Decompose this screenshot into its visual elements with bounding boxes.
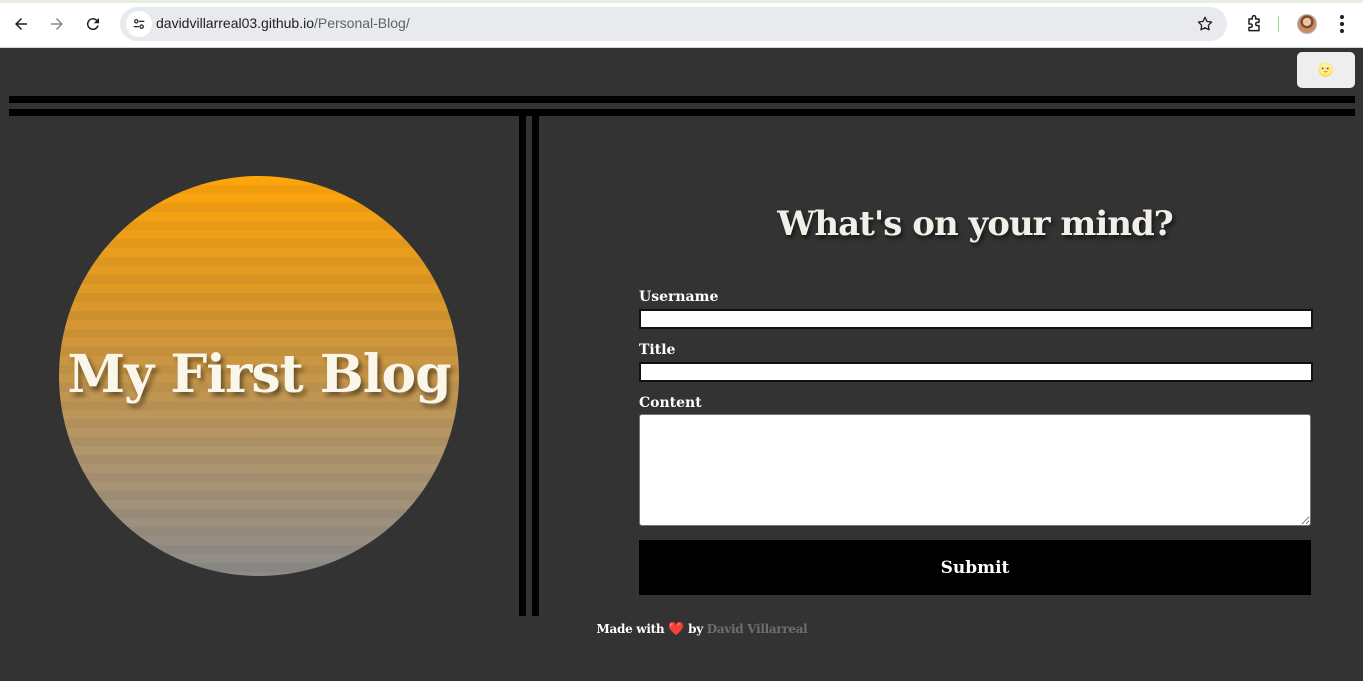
tab-strip-edge (0, 0, 1363, 3)
url-path: /Personal-Blog/ (314, 15, 410, 31)
blog-title: My First Blog (67, 344, 451, 405)
address-bar[interactable]: davidvillarreal03.github.io/Personal-Blo… (120, 7, 1227, 41)
footer-by: by (688, 622, 703, 636)
footer: Made with ❤️ by David Villarreal (0, 622, 1363, 637)
content-label: Content (639, 395, 702, 411)
header-divider-bottom (9, 109, 1355, 116)
url-text[interactable]: davidvillarreal03.github.io/Personal-Blo… (156, 15, 410, 31)
username-label: Username (639, 289, 719, 305)
url-domain: davidvillarreal03.github.io (156, 15, 314, 31)
back-icon[interactable] (9, 12, 33, 36)
content-textarea[interactable] (639, 414, 1311, 526)
column-divider-left (519, 116, 526, 616)
submit-button[interactable]: Submit (639, 540, 1311, 595)
toolbar-divider (1278, 16, 1279, 32)
extensions-icon[interactable] (1242, 12, 1266, 36)
browser-toolbar: davidvillarreal03.github.io/Personal-Blo… (0, 0, 1363, 48)
theme-toggle-button[interactable]: 🌝 (1297, 52, 1355, 88)
bookmark-star-icon[interactable] (1195, 14, 1215, 34)
hero-sun-circle: My First Blog (59, 176, 459, 576)
reload-icon[interactable] (81, 12, 105, 36)
heart-icon: ❤️ (668, 622, 685, 637)
username-input[interactable] (639, 309, 1313, 329)
profile-avatar[interactable] (1297, 14, 1317, 34)
footer-made-with: Made with (596, 622, 665, 636)
title-input[interactable] (639, 362, 1313, 382)
author-link[interactable]: David Villarreal (707, 622, 808, 636)
header-divider-top (9, 96, 1355, 103)
title-label: Title (639, 342, 676, 358)
column-divider-right (532, 116, 539, 616)
form-heading: What's on your mind? (777, 204, 1173, 244)
more-menu-icon[interactable] (1332, 12, 1352, 36)
forward-icon[interactable] (45, 12, 69, 36)
site-info-icon[interactable] (126, 11, 152, 37)
